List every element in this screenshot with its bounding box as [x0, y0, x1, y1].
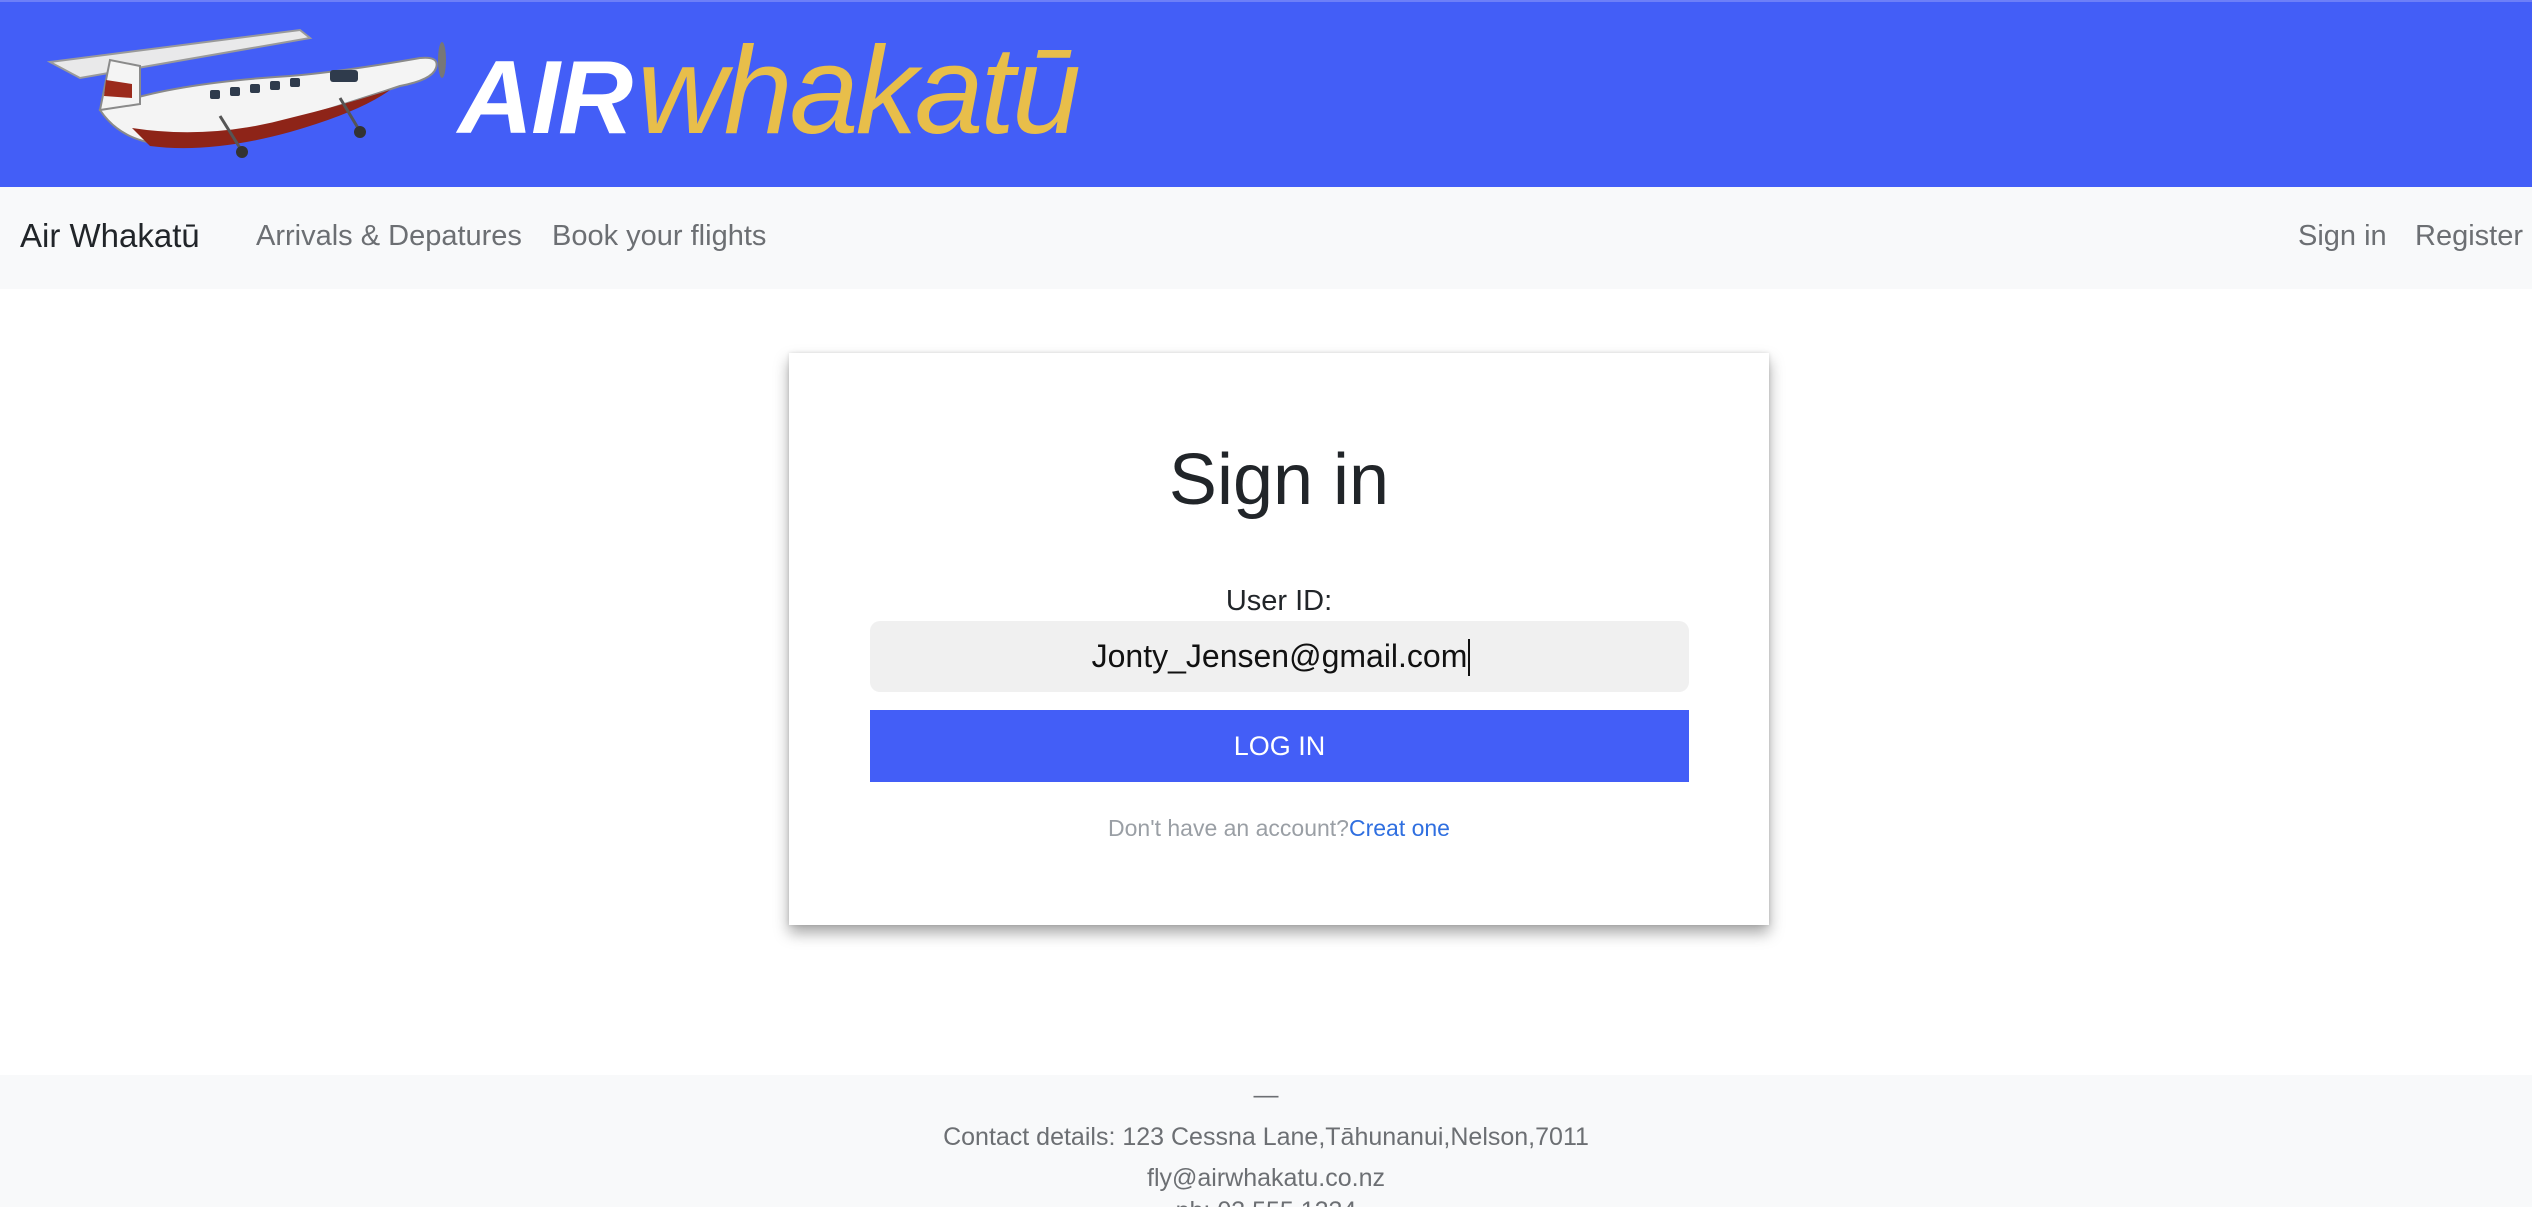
- log-in-button[interactable]: LOG IN: [870, 710, 1689, 782]
- header-banner: AIR whakatū: [0, 0, 2532, 187]
- footer-separator: —: [1253, 1081, 1279, 1109]
- footer-email: fly@airwhakatu.co.nz: [1147, 1164, 1385, 1192]
- footer-phone: ph: 03 555 1234: [0, 1197, 2532, 1207]
- user-id-label: User ID:: [1225, 585, 1333, 617]
- sign-in-title: Sign in: [1168, 440, 1390, 520]
- nav-link-register[interactable]: Register: [2415, 220, 2523, 253]
- nav-link-sign-in[interactable]: Sign in: [2298, 220, 2387, 253]
- create-account-link[interactable]: Creat one: [1349, 815, 1450, 841]
- sign-in-card: Sign in User ID: LOG IN Don't have an ac…: [789, 353, 1769, 925]
- footer: — Contact details: 123 Cessna Lane,Tāhun…: [0, 1075, 2532, 1207]
- top-navbar: Air Whakatū Arrivals & Depatures Book yo…: [0, 187, 2532, 289]
- brand-logo: AIR whakatū: [458, 20, 1081, 170]
- user-id-input[interactable]: [870, 621, 1689, 692]
- logo-air-text: AIR: [458, 40, 633, 156]
- navbar-brand[interactable]: Air Whakatū: [20, 217, 200, 255]
- nav-link-arrivals-departures[interactable]: Arrivals & Depatures: [256, 220, 522, 253]
- no-account-text: Don't have an account?: [1108, 815, 1349, 841]
- footer-contact-address: Contact details: 123 Cessna Lane,Tāhunan…: [943, 1123, 1589, 1151]
- airplane-logo-icon: [46, 28, 446, 158]
- text-caret: [1468, 639, 1470, 676]
- nav-link-book-flights[interactable]: Book your flights: [552, 220, 766, 253]
- signup-prompt: Don't have an account?Creat one: [789, 815, 1769, 842]
- logo-whakatu-text: whakatū: [637, 22, 1081, 160]
